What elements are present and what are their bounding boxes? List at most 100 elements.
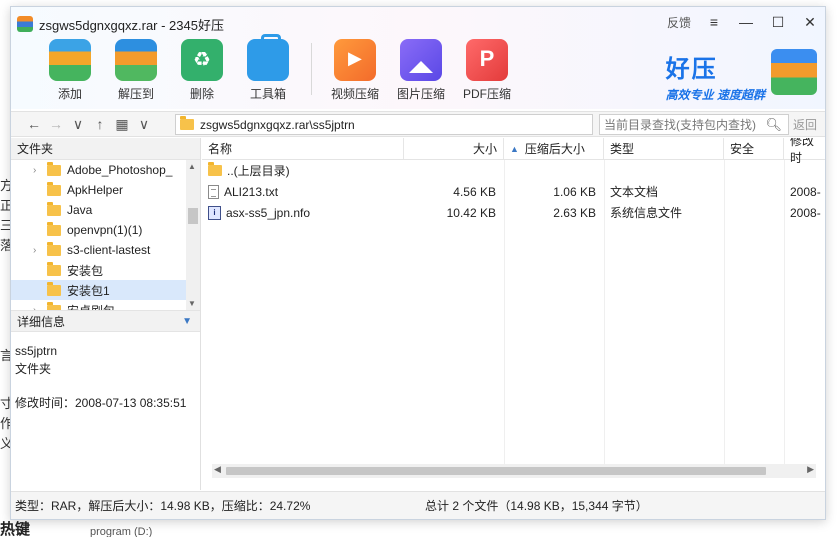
tree-item-installers-1[interactable]: 安装包1 [11,280,200,300]
main-toolbar: 添加 解压到 删除 工具箱 视频压缩 图片压缩 [37,34,520,102]
path-field[interactable]: zsgws5dgnxgqxz.rar\ss5jptrn [175,114,593,135]
scroll-up-icon[interactable]: ▲ [188,162,196,171]
expand-arrow-icon[interactable]: › [33,245,47,256]
return-button[interactable]: 返回 [793,116,817,133]
maximize-button[interactable]: ☐ [769,13,787,31]
path-text: zsgws5dgnxgqxz.rar\ss5jptrn [200,117,355,132]
scroll-right-icon[interactable]: ▶ [807,464,814,475]
horizontal-scrollbar[interactable]: ◀ ▶ [212,464,816,478]
image-compress-icon [400,39,442,81]
delete-icon [181,39,223,81]
tree-item-s3-client[interactable]: › s3-client-lastest [11,240,200,260]
column-modified[interactable]: 修改时 [784,138,825,165]
tree-item-openvpn[interactable]: openvpn(1)(1) [11,220,200,240]
folder-icon [47,301,61,310]
details-header[interactable]: 详细信息 ▼ [11,310,200,332]
tree-scrollbar[interactable]: ▲ ▼ [186,160,200,310]
folder-pane: 文件夹 › Adobe_Photoshop_ ApkHelper Java ope… [11,138,201,490]
extract-to-button[interactable]: 解压到 [103,39,169,102]
scroll-left-icon[interactable]: ◀ [214,464,221,475]
column-security[interactable]: 安全 [724,138,784,159]
column-divider [504,160,505,476]
folder-tree: › Adobe_Photoshop_ ApkHelper Java openvpn… [11,160,200,310]
forward-arrow-icon[interactable]: → [45,113,67,135]
collapse-chevron-icon[interactable]: ▼ [182,316,192,327]
sort-ascending-icon: ▲ [510,143,519,154]
table-row[interactable]: ..(上层目录) [202,160,825,181]
folder-icon [47,161,61,176]
detail-name: ss5jptrn [15,344,58,358]
video-compress-icon [334,39,376,81]
extract-icon [115,39,157,81]
column-compressed-size[interactable]: ▲ 压缩后大小 [504,138,604,159]
status-bar: 类型：RAR，解压后大小：14.98 KB，压缩比：24.72% 总计 2 个文… [11,491,825,519]
archive-window: zsgws5dgnxgqxz.rar - 2345好压 反馈 ≡ — ☐ ✕ 添… [10,6,826,520]
add-archive-icon [49,39,91,81]
table-row[interactable]: ALI213.txt 4.56 KB 1.06 KB 文本文档 2008- [202,181,825,202]
app-logo-icon [17,16,33,32]
folder-icon [47,261,61,276]
expand-arrow-icon[interactable]: › [33,165,47,176]
window-controls: 反馈 ≡ — ☐ ✕ [667,13,819,31]
feedback-button[interactable]: 反馈 [667,13,691,31]
history-dropdown-icon[interactable]: ∨ [67,113,89,135]
folder-icon [47,281,61,296]
delete-button[interactable]: 删除 [169,39,235,102]
title-bar: zsgws5dgnxgqxz.rar - 2345好压 [17,15,224,33]
folder-icon [47,221,61,236]
detail-type: 文件夹 [15,362,52,376]
search-placeholder: 当前目录查找(支持包内查找) [604,118,756,132]
address-bar: ← → ∨ ↑ ▦ ∨ zsgws5dgnxgqxz.rar\ss5jptrn … [11,111,825,137]
minimize-button[interactable]: — [737,13,755,31]
folder-icon [47,181,61,196]
nfo-file-icon: i [208,205,221,220]
program-drive-label: program (D:) [90,526,153,537]
toolbar-divider [311,43,312,95]
scroll-down-icon[interactable]: ▼ [188,299,196,308]
tree-item-apkhelper[interactable]: ApkHelper [11,180,200,200]
text-file-icon [208,184,219,199]
folder-pane-header: 文件夹 [11,138,200,160]
pdf-compress-button[interactable]: PDF压缩 [454,39,520,102]
tree-item-installers[interactable]: 安装包 [11,260,200,280]
title-toolbar-area: zsgws5dgnxgqxz.rar - 2345好压 反馈 ≡ — ☐ ✕ 添… [11,7,825,109]
hotkey-heading: 热键 [0,521,31,537]
folder-icon [47,241,61,256]
image-compress-button[interactable]: 图片压缩 [388,39,454,102]
view-mode-dropdown-icon[interactable]: ∨ [133,113,155,135]
search-icon[interactable]: 🔍︎ [765,117,782,133]
tree-item-adobe-photoshop[interactable]: › Adobe_Photoshop_ [11,160,200,180]
menu-icon[interactable]: ≡ [705,13,723,31]
tree-item-java[interactable]: Java [11,200,200,220]
brand-name: 好压 [665,56,718,83]
toolbox-icon [247,34,289,81]
archive-info-status: 类型：RAR，解压后大小：14.98 KB，压缩比：24.72% [15,499,311,513]
brand-box-icon [771,49,817,95]
brand-logo: 好压 高效专业 速度超群 [666,49,765,103]
scrollbar-thumb[interactable] [226,467,766,475]
add-button[interactable]: 添加 [37,39,103,102]
brand-slogan: 高效专业 速度超群 [665,88,765,102]
folder-icon [47,201,61,216]
column-divider [784,160,785,476]
column-divider [724,160,725,476]
scrollbar-thumb[interactable] [188,208,198,224]
file-list-header: 名称 大小 ▲ 压缩后大小 类型 安全 修改时 [202,138,825,165]
close-button[interactable]: ✕ [801,13,819,31]
column-divider [604,160,605,476]
up-level-icon[interactable]: ↑ [89,113,111,135]
tree-item-android-roms[interactable]: ›安卓刷包 [11,300,200,310]
detail-modified: 修改时间：2008-07-13 08:35:51 [15,396,187,410]
folder-icon [208,162,222,176]
back-arrow-icon[interactable]: ← [23,113,45,135]
table-row[interactable]: i asx-ss5_jpn.nfo 10.42 KB 2.63 KB 系统信息文件… [202,202,825,223]
expand-arrow-icon[interactable]: › [33,305,47,311]
column-name[interactable]: 名称 [202,138,404,159]
column-type[interactable]: 类型 [604,138,724,159]
view-mode-icon[interactable]: ▦ [111,113,133,135]
search-input[interactable]: 当前目录查找(支持包内查找) 🔍︎ [599,114,789,135]
video-compress-button[interactable]: 视频压缩 [322,39,388,102]
toolbox-button[interactable]: 工具箱 [235,34,301,102]
folder-icon [180,116,194,130]
column-size[interactable]: 大小 [404,138,504,159]
